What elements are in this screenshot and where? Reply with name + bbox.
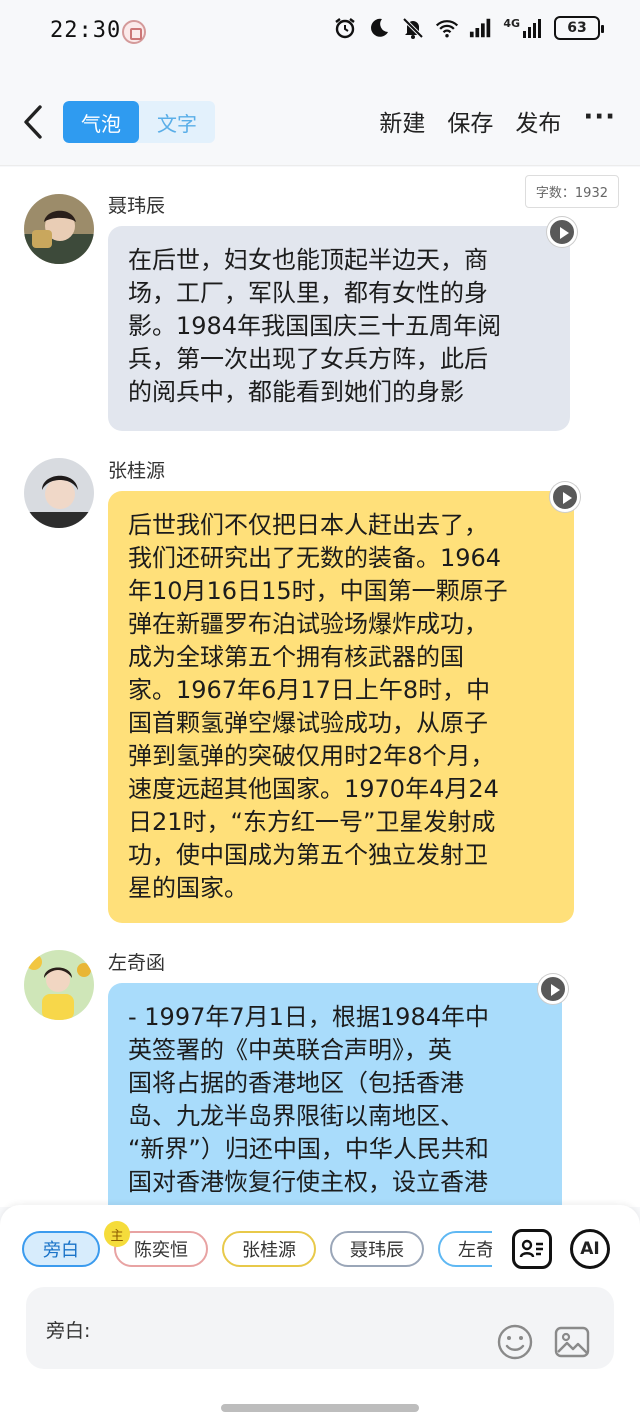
smile-icon[interactable] (496, 1323, 534, 1361)
character-chip[interactable]: 聂玮辰 (330, 1231, 424, 1267)
moon-icon (367, 16, 391, 40)
bubble-line: - 1997年7月1日，根据1984年中 (128, 1003, 489, 1031)
contact-card-button[interactable] (512, 1229, 552, 1269)
play-audio-icon[interactable] (547, 217, 577, 247)
bubble-line: 弹在新疆罗布泊试验场爆炸成功， (128, 610, 488, 638)
message-bubble[interactable]: 后世我们不仅把日本人赶出去了， 我们还研究出了无数的装备。1964 年10月16… (108, 491, 574, 923)
bubble-line: 日21时，“东方红一号”卫星发射成 (128, 808, 496, 836)
publish-button[interactable]: 发布 (515, 104, 561, 138)
bubble-line: 星的国家。 (128, 874, 248, 902)
bubble-line: 后世我们不仅把日本人赶出去了， (128, 511, 488, 539)
bubble-line: 兵，第一次出现了女兵方阵，此后 (128, 345, 488, 373)
dialog-input[interactable]: 旁白: (26, 1287, 614, 1369)
bubble-line: 成为全球第五个拥有核武器的国 (128, 643, 464, 671)
avatar[interactable] (24, 950, 94, 1020)
network-label: 4G (503, 17, 520, 30)
composer-panel: 旁白 陈奕恒 张桂源 聂玮辰 左奇函 主 AI 旁白: (0, 1205, 640, 1424)
bubble-line: 影。1984年我国国庆三十五周年阅 (128, 312, 502, 340)
alarm-icon (333, 16, 357, 40)
bubble-line: 国首颗氢弹空爆试验成功，从原子 (128, 709, 488, 737)
battery-indicator: 63 (554, 16, 604, 40)
avatar[interactable] (24, 194, 94, 264)
ai-button[interactable]: AI (570, 1229, 610, 1269)
app-badge-icon (122, 20, 146, 44)
message-list[interactable]: 字数：1932 聂玮辰 在后世，妇女也能顶起半边天，商 场，工厂，军队里，都有女… (0, 167, 640, 1207)
character-chip[interactable]: 张桂源 (222, 1231, 316, 1267)
bubble-line: 岛、九龙半岛界限街以南地区、 (128, 1102, 464, 1130)
wifi-icon (435, 16, 459, 40)
new-button[interactable]: 新建 (379, 104, 425, 138)
bubble-line: 国对香港恢复行使主权，设立香港 (128, 1168, 488, 1196)
avatar[interactable] (24, 458, 94, 528)
input-speaker-label: 旁白: (46, 1320, 91, 1342)
view-mode-switch: 气泡 文字 (63, 101, 215, 143)
bubble-line: 功，使中国成为第五个独立发射卫 (128, 841, 488, 869)
speaker-name: 聂玮辰 (108, 195, 166, 217)
tab-text[interactable]: 文字 (139, 101, 215, 143)
home-indicator[interactable] (221, 1404, 419, 1412)
tab-bubble[interactable]: 气泡 (63, 101, 139, 143)
bubble-line: “新界”）归还中国，中华人民共和 (128, 1135, 489, 1163)
bubble-line: 在后世，妇女也能顶起半边天，商 (128, 246, 488, 274)
bubble-line: 场，工厂，军队里，都有女性的身 (128, 279, 488, 307)
clock: 22:30 (50, 18, 122, 43)
editor-toolbar: 气泡 文字 新建 保存 发布 ··· (0, 66, 640, 166)
bubble-line: 年10月16日15时，中国第一颗原子 (128, 577, 508, 605)
signal-icon-2 (523, 19, 541, 38)
bubble-line: 英签署的《中英联合声明》，英 (128, 1036, 452, 1064)
signal-icon (469, 16, 493, 40)
status-bar: 22:30 4G 63 (0, 0, 640, 66)
save-button[interactable]: 保存 (447, 104, 493, 138)
bubble-line: 弹到氢弹的突破仅用时2年8个月， (128, 742, 495, 770)
speaker-name: 左奇函 (108, 952, 166, 974)
play-audio-icon[interactable] (538, 974, 568, 1004)
image-icon[interactable] (553, 1323, 591, 1361)
character-chip-narrator[interactable]: 旁白 (22, 1231, 100, 1267)
bubble-line: 我们还研究出了无数的装备。1964 (128, 544, 502, 572)
more-button[interactable]: ··· (583, 104, 616, 135)
toolbar-actions: 新建 保存 发布 ··· (379, 104, 616, 138)
lead-role-badge: 主 (104, 1221, 130, 1247)
character-selector: 旁白 陈奕恒 张桂源 聂玮辰 左奇函 (20, 1227, 492, 1271)
bubble-line: 国将占据的香港地区（包括香港 (128, 1069, 464, 1097)
mute-bell-icon (401, 16, 425, 40)
bubble-line: 速度远超其他国家。1970年4月24 (128, 775, 499, 803)
contact-card-icon (519, 1239, 543, 1258)
bubble-line: 的阅兵中，都能看到她们的身影 (128, 378, 464, 406)
word-count-badge: 字数：1932 (524, 175, 619, 208)
speaker-name: 张桂源 (108, 460, 166, 482)
message-bubble[interactable]: - 1997年7月1日，根据1984年中 英签署的《中英联合声明》，英 国将占据… (108, 983, 562, 1207)
back-button[interactable] (18, 102, 48, 142)
chevron-left-icon (24, 105, 42, 139)
play-audio-icon[interactable] (550, 482, 580, 512)
character-chip[interactable]: 左奇函 (438, 1231, 492, 1267)
bubble-line: 家。1967年6月17日上午8时，中 (128, 676, 491, 704)
status-icons: 4G 63 (333, 16, 604, 40)
message-bubble[interactable]: 在后世，妇女也能顶起半边天，商 场，工厂，军队里，都有女性的身 影。1984年我… (108, 226, 570, 431)
